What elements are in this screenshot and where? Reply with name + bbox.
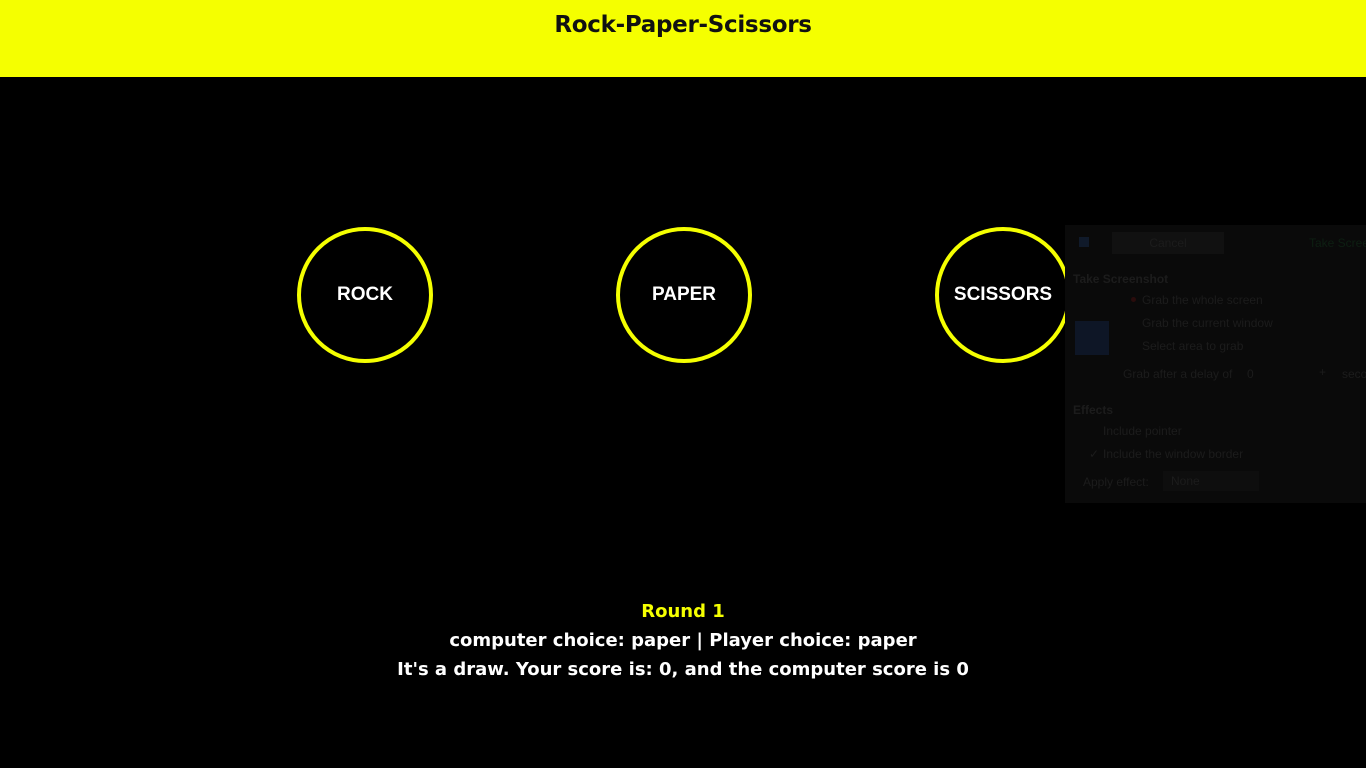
game-status: Round 1 computer choice: paper | Player … [0, 598, 1366, 684]
round-label: Round 1 [641, 601, 725, 622]
option-select-area[interactable]: Select area to grab [1142, 339, 1243, 353]
apply-effect-select[interactable]: None [1163, 471, 1259, 491]
option-whole-screen[interactable]: Grab the whole screen [1142, 293, 1263, 307]
take-screenshot-heading: Take Screenshot [1073, 272, 1169, 286]
include-border-checkbox[interactable]: Include the window border [1103, 447, 1243, 461]
delay-increment-button[interactable]: + [1319, 365, 1326, 379]
choices-summary: computer choice: paper | Player choice: … [449, 630, 917, 651]
option-current-window[interactable]: Grab the current window [1142, 316, 1273, 330]
screenshot-preview-icon [1075, 321, 1109, 355]
include-pointer-checkbox[interactable]: Include pointer [1103, 424, 1182, 438]
paper-button[interactable]: PAPER [616, 227, 752, 363]
page-title: Rock-Paper-Scissors [554, 12, 812, 38]
radio-selected-icon [1131, 297, 1136, 302]
dialog-icon [1079, 237, 1089, 247]
delay-label: Grab after a delay of [1123, 367, 1233, 381]
delay-input[interactable]: 0 [1247, 367, 1254, 381]
cancel-button[interactable]: Cancel [1112, 232, 1224, 254]
apply-effect-label: Apply effect: [1083, 475, 1149, 489]
take-screenshot-button[interactable]: Take Scree [1309, 236, 1366, 250]
result-message: It's a draw. Your score is: 0, and the c… [397, 659, 969, 680]
rock-button[interactable]: ROCK [297, 227, 433, 363]
screenshot-dialog: Cancel Take Scree Take Screenshot Grab t… [1065, 225, 1366, 503]
header-bar: Rock-Paper-Scissors [0, 0, 1366, 77]
check-icon: ✓ [1089, 447, 1100, 461]
scissors-button[interactable]: SCISSORS [935, 227, 1071, 363]
effects-heading: Effects [1073, 403, 1114, 417]
seconds-label: seco [1342, 367, 1366, 381]
